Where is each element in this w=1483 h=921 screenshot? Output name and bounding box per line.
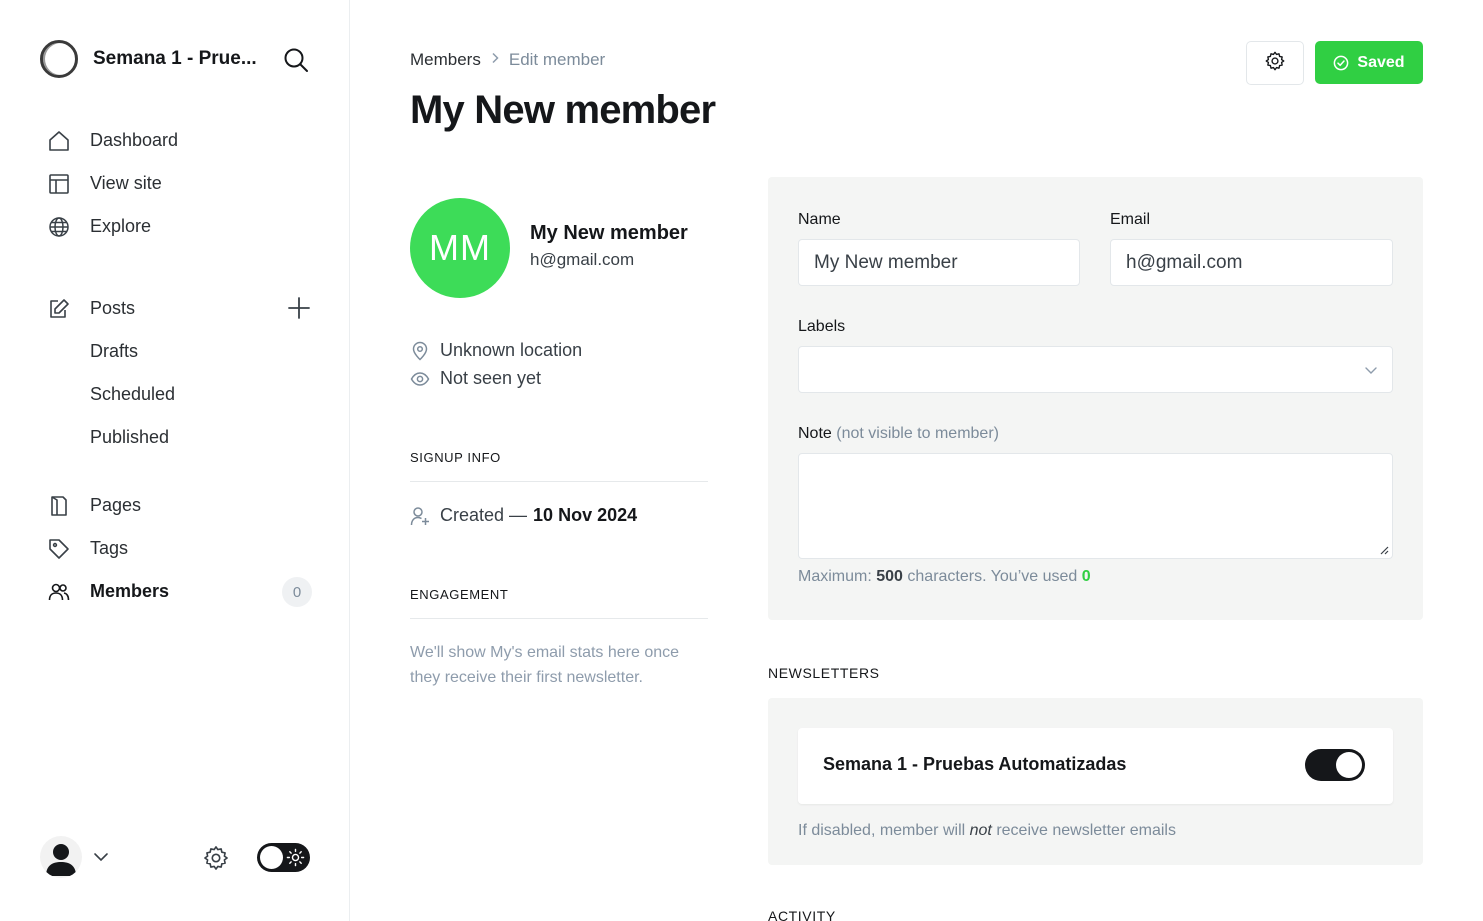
- site-logo: [40, 40, 78, 78]
- home-icon: [40, 130, 78, 152]
- layout-icon: [40, 173, 78, 195]
- sidebar-item-label: Tags: [90, 538, 129, 558]
- sidebar-item-drafts[interactable]: Drafts: [40, 330, 330, 373]
- sidebar-item-explore[interactable]: Explore: [40, 205, 330, 248]
- engagement-heading: ENGAGEMENT: [410, 587, 708, 619]
- sidebar-item-label: Pages: [90, 495, 142, 515]
- eye-icon: [410, 371, 430, 386]
- breadcrumb: Members Edit member: [410, 50, 605, 70]
- sidebar-item-published[interactable]: Published: [40, 416, 330, 459]
- chevron-right-icon: [490, 51, 500, 69]
- theme-toggle[interactable]: [257, 843, 310, 872]
- newsletters-heading: NEWSLETTERS: [768, 665, 880, 681]
- toggle-knob: [260, 846, 283, 869]
- sidebar-item-tags[interactable]: Tags: [40, 527, 330, 570]
- newsletter-hint: If disabled, member will not receive new…: [798, 822, 1176, 840]
- newsletters-panel: Semana 1 - Pruebas Automatizadas If disa…: [768, 698, 1423, 865]
- breadcrumb-members-link[interactable]: Members: [410, 50, 481, 70]
- member-form: Name My New member Email h@gmail.com Lab…: [768, 177, 1423, 620]
- member-name: My New member: [530, 222, 688, 244]
- member-avatar: MM: [410, 198, 510, 298]
- settings-gear-icon[interactable]: [202, 844, 230, 872]
- chevron-down-icon[interactable]: [92, 848, 110, 866]
- note-label-sub: (not visible to member): [836, 425, 999, 442]
- email-input[interactable]: h@gmail.com: [1110, 239, 1393, 286]
- location-text: Unknown location: [440, 340, 583, 360]
- save-button-label: Saved: [1357, 53, 1405, 71]
- hint-used-count: 0: [1081, 568, 1091, 585]
- note-textarea[interactable]: [798, 453, 1393, 559]
- content-nav: Posts Drafts Scheduled Published: [40, 287, 330, 459]
- main-content: Members Edit member My New member Saved …: [350, 0, 1483, 921]
- hint-emphasis: not: [969, 822, 992, 839]
- sidebar-item-scheduled[interactable]: Scheduled: [40, 373, 330, 416]
- resize-grip-icon[interactable]: [1379, 545, 1389, 555]
- sidebar-item-pages[interactable]: Pages: [40, 484, 330, 527]
- sidebar-item-members[interactable]: Members 0: [40, 570, 330, 613]
- primary-nav: Dashboard View site Explore: [40, 119, 330, 248]
- created-row: Created — 10 Nov 2024: [410, 505, 637, 526]
- last-seen-text: Not seen yet: [440, 368, 542, 388]
- member-settings-button[interactable]: [1246, 41, 1304, 85]
- email-label: Email: [1110, 211, 1151, 228]
- sidebar-item-dashboard[interactable]: Dashboard: [40, 119, 330, 162]
- signup-info-heading: SIGNUP INFO: [410, 450, 708, 482]
- page-icon: [40, 495, 78, 517]
- manage-nav: Pages Tags Members 0: [40, 484, 330, 613]
- check-circle-icon: [1334, 55, 1349, 70]
- new-post-plus-icon[interactable]: [286, 295, 312, 321]
- hint-middle: characters. You’ve used: [907, 568, 1078, 585]
- globe-icon: [40, 216, 78, 238]
- members-icon: [40, 581, 78, 603]
- sidebar: Semana 1 - Prue... Dashboard View site E…: [0, 0, 350, 921]
- search-icon[interactable]: [282, 46, 310, 74]
- activity-heading: ACTIVITY: [768, 908, 836, 921]
- hint-prefix: If disabled, member will: [798, 822, 966, 839]
- labels-label: Labels: [798, 318, 846, 335]
- labels-select[interactable]: [798, 346, 1393, 393]
- created-date: 10 Nov 2024: [533, 505, 638, 525]
- sidebar-item-label: Explore: [90, 216, 152, 236]
- sidebar-item-label: Posts: [90, 298, 136, 318]
- user-add-icon: [410, 506, 429, 525]
- member-last-seen: Not seen yet: [410, 368, 541, 389]
- user-avatar[interactable]: [40, 836, 82, 878]
- note-label-text: Note: [798, 425, 832, 442]
- sun-icon: [286, 848, 305, 867]
- page-title: My New member: [410, 88, 716, 132]
- breadcrumb-current: Edit member: [508, 50, 606, 69]
- hint-suffix: receive newsletter emails: [996, 822, 1176, 839]
- name-input[interactable]: My New member: [798, 239, 1080, 286]
- location-pin-icon: [412, 341, 428, 361]
- app-root: Semana 1 - Prue... Dashboard View site E…: [0, 0, 1483, 921]
- hint-max: 500: [876, 568, 903, 585]
- gear-icon: [1264, 50, 1286, 77]
- sidebar-footer: [40, 836, 312, 878]
- sidebar-item-label: View site: [90, 173, 162, 193]
- site-title: Semana 1 - Prue...: [93, 48, 257, 69]
- sidebar-item-posts[interactable]: Posts: [40, 287, 330, 330]
- tag-icon: [40, 538, 78, 560]
- sidebar-item-view-site[interactable]: View site: [40, 162, 330, 205]
- sidebar-item-label: Members: [90, 581, 170, 601]
- member-location: Unknown location: [410, 340, 582, 361]
- members-count-badge: 0: [282, 577, 312, 607]
- edit-icon: [40, 298, 78, 320]
- hint-prefix: Maximum:: [798, 568, 872, 585]
- save-button[interactable]: Saved: [1315, 41, 1423, 84]
- note-char-hint: Maximum: 500 characters. You’ve used 0: [798, 568, 1091, 586]
- newsletter-subscribe-toggle[interactable]: [1305, 749, 1365, 781]
- chevron-down-icon: [1365, 367, 1377, 374]
- member-email: h@gmail.com: [530, 250, 635, 269]
- site-brand[interactable]: Semana 1 - Prue...: [40, 40, 257, 78]
- sidebar-item-label: Dashboard: [90, 130, 179, 150]
- note-label: Note (not visible to member): [798, 425, 999, 443]
- newsletter-item: Semana 1 - Pruebas Automatizadas: [798, 728, 1393, 804]
- toggle-knob: [1336, 752, 1362, 778]
- newsletter-name: Semana 1 - Pruebas Automatizadas: [823, 754, 1127, 774]
- created-label: Created —: [440, 505, 528, 525]
- engagement-text: We'll show My's email stats here once th…: [410, 644, 680, 686]
- name-label: Name: [798, 211, 841, 228]
